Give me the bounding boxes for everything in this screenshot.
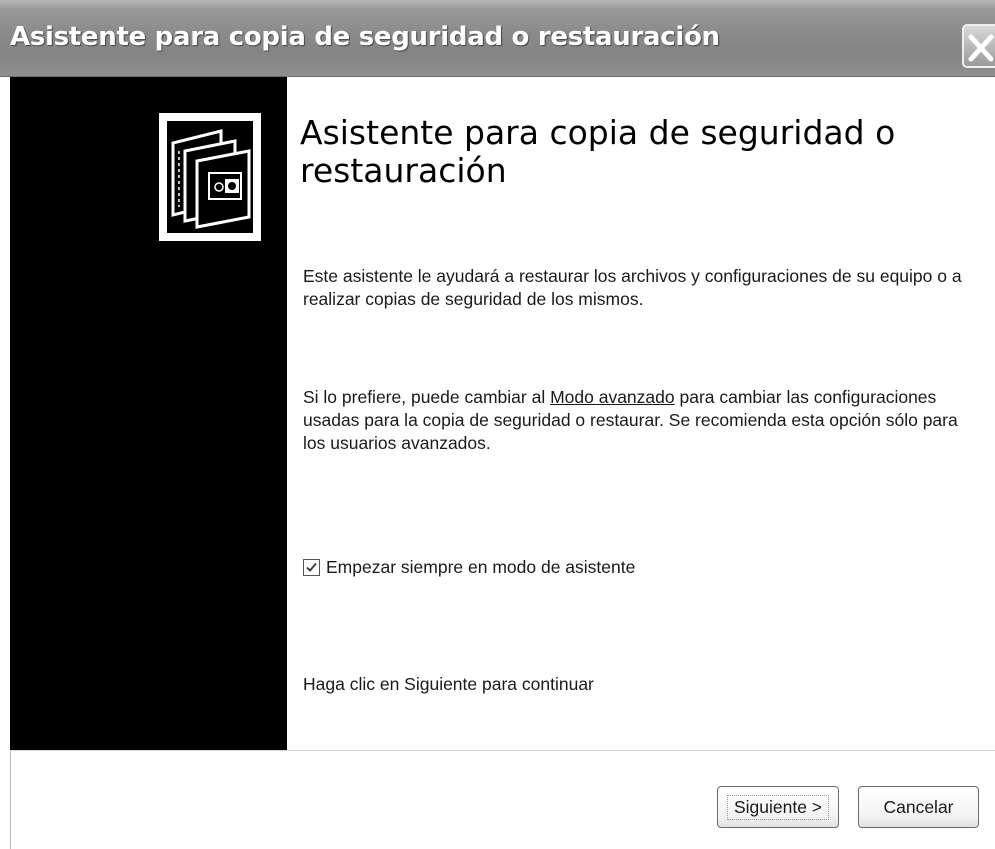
advanced-mode-link[interactable]: Modo avanzado [550,387,675,407]
intro-paragraph: Este asistente le ayudará a restaurar lo… [303,266,962,309]
advanced-mode-paragraph: Si lo prefiere, puede cambiar al Modo av… [303,386,983,455]
wizard-mode-checkbox[interactable] [303,558,320,576]
wizard-window: Asistente para copia de seguridad o rest… [0,0,995,849]
next-button[interactable]: Siguiente > [717,786,839,828]
checkmark-icon [306,562,317,572]
close-x-icon [968,34,994,62]
backup-tape-icon [159,113,261,241]
wizard-heading: Asistente para copia de seguridad o rest… [300,113,896,190]
wizard-mode-checkbox-label[interactable]: Empezar siempre en modo de asistente [326,557,635,578]
cancel-button[interactable]: Cancelar [858,786,979,828]
button-area-divider [10,750,995,751]
wizard-mode-option[interactable]: Empezar siempre en modo de asistente [303,555,635,579]
next-button-label: Siguiente > [726,794,830,820]
cancel-button-label: Cancelar [883,796,954,817]
continue-instruction: Haga clic en Siguiente para continuar [303,674,594,694]
advanced-paragraph-text-start: Si lo prefiere, puede cambiar al [303,387,551,407]
close-button[interactable] [962,24,995,68]
title-bar[interactable]: Asistente para copia de seguridad o rest… [0,0,995,77]
window-title: Asistente para copia de seguridad o rest… [10,22,720,52]
